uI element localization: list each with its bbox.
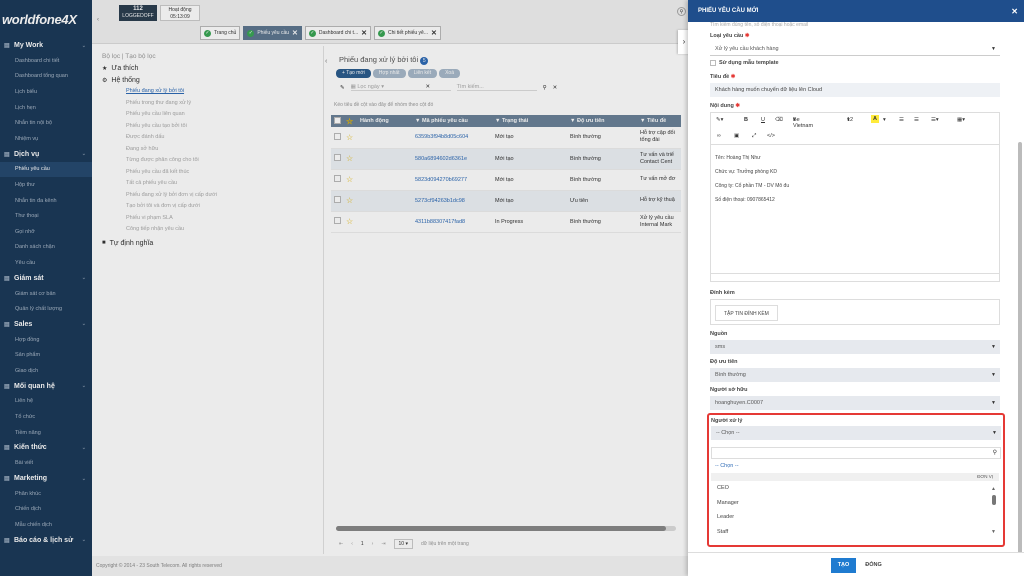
highlight-icon[interactable]: A [871, 115, 879, 123]
request-type-select[interactable]: Xử lý yêu cầu khách hàng ▼ [710, 42, 1000, 56]
owner-select[interactable]: hoanghuyen.C0007 ▼ [710, 396, 1000, 410]
dropdown-option-none[interactable]: -- Chọn -- [715, 463, 739, 469]
dropdown-column-header: ĐƠN VỊ [711, 473, 999, 481]
attach-file-button[interactable]: TẬP TIN ĐÍNH KÈM [715, 305, 778, 321]
dropdown-option[interactable]: Leader [717, 514, 734, 520]
align-icon[interactable]: ☰▾ [931, 117, 939, 123]
handler-select[interactable]: -- Chọn -- ▼ [711, 426, 1001, 440]
brush-icon[interactable]: ✎▾ [716, 117, 723, 123]
subject-input[interactable]: Khách hàng muốn chuyển dữ liệu lên Cloud [710, 83, 1000, 97]
font-size-select[interactable]: 12 ▾ [847, 117, 853, 123]
handler-search-input[interactable]: ⚲ [711, 447, 1001, 459]
customer-search-hint: Tìm kiếm đúng tên, số điện thoại hoặc em… [710, 22, 809, 28]
template-checkbox[interactable]: Sử dụng mẫu template [710, 60, 1000, 66]
color-dropdown-icon[interactable]: ▾ [883, 117, 886, 123]
editor-toolbar: ✎▾ B U ⌫ Be Vietnam ▾ 12 ▾ A ▾ ☰ ☰ ☰▾ ▦▾… [711, 113, 999, 145]
link-icon[interactable]: ∞ [717, 133, 721, 139]
image-icon[interactable]: ▣ [734, 133, 739, 139]
bold-icon[interactable]: B [744, 117, 748, 123]
close-button[interactable]: ĐÓNG [861, 558, 886, 573]
fullscreen-icon[interactable]: ⤢ [752, 133, 756, 140]
content-line: Số điện thoại: 0907865412 [715, 197, 775, 203]
source-select[interactable]: sms ▼ [710, 340, 1000, 354]
handler-dropdown-highlight: Người xử lý -- Chọn -- ▼ ⚲ -- Chọn -- ĐƠN… [707, 413, 1005, 547]
dropdown-option[interactable]: Manager [717, 500, 739, 506]
handler-label: Người xử lý [711, 418, 743, 424]
close-icon[interactable]: ✕ [1011, 7, 1018, 16]
priority-select[interactable]: Bình thường ▼ [710, 368, 1000, 382]
dropdown-option[interactable]: CEO [717, 485, 729, 491]
create-button[interactable]: TẠO [831, 558, 856, 573]
content-line: Chức vụ: Trưởng phòng KD [715, 169, 777, 175]
new-ticket-panel: PHIẾU YÊU CẦU MỚI ✕ Tìm kiếm đúng tên, số… [688, 0, 1024, 576]
search-icon: ⚲ [992, 450, 997, 456]
panel-footer: TẠO ĐÓNG [688, 552, 1024, 576]
content-line: Công ty: Cổ phần TM - DV Mô đu [715, 183, 790, 189]
panel-title: PHIẾU YÊU CẦU MỚI [698, 8, 759, 14]
content-editor[interactable]: ✎▾ B U ⌫ Be Vietnam ▾ 12 ▾ A ▾ ☰ ☰ ☰▾ ▦▾… [710, 112, 1000, 282]
overlay[interactable] [0, 0, 688, 576]
code-view-icon[interactable]: </> [767, 133, 775, 139]
dropdown-option[interactable]: Staff [717, 529, 728, 535]
content-line: Tên: Hoàng Thị Như [715, 155, 761, 161]
dropdown-scrollbar[interactable]: ▲ ▼ [991, 483, 997, 541]
panel-scrollbar[interactable] [1018, 22, 1022, 562]
editor-resize-handle[interactable] [711, 273, 999, 281]
underline-icon[interactable]: U [761, 117, 765, 123]
eraser-icon[interactable]: ⌫ [775, 117, 783, 123]
bullet-list-icon[interactable]: ☰ [899, 117, 904, 123]
font-family-select[interactable]: Be Vietnam ▾ [793, 117, 813, 129]
numbered-list-icon[interactable]: ☰ [914, 117, 919, 123]
table-icon[interactable]: ▦▾ [957, 117, 965, 123]
